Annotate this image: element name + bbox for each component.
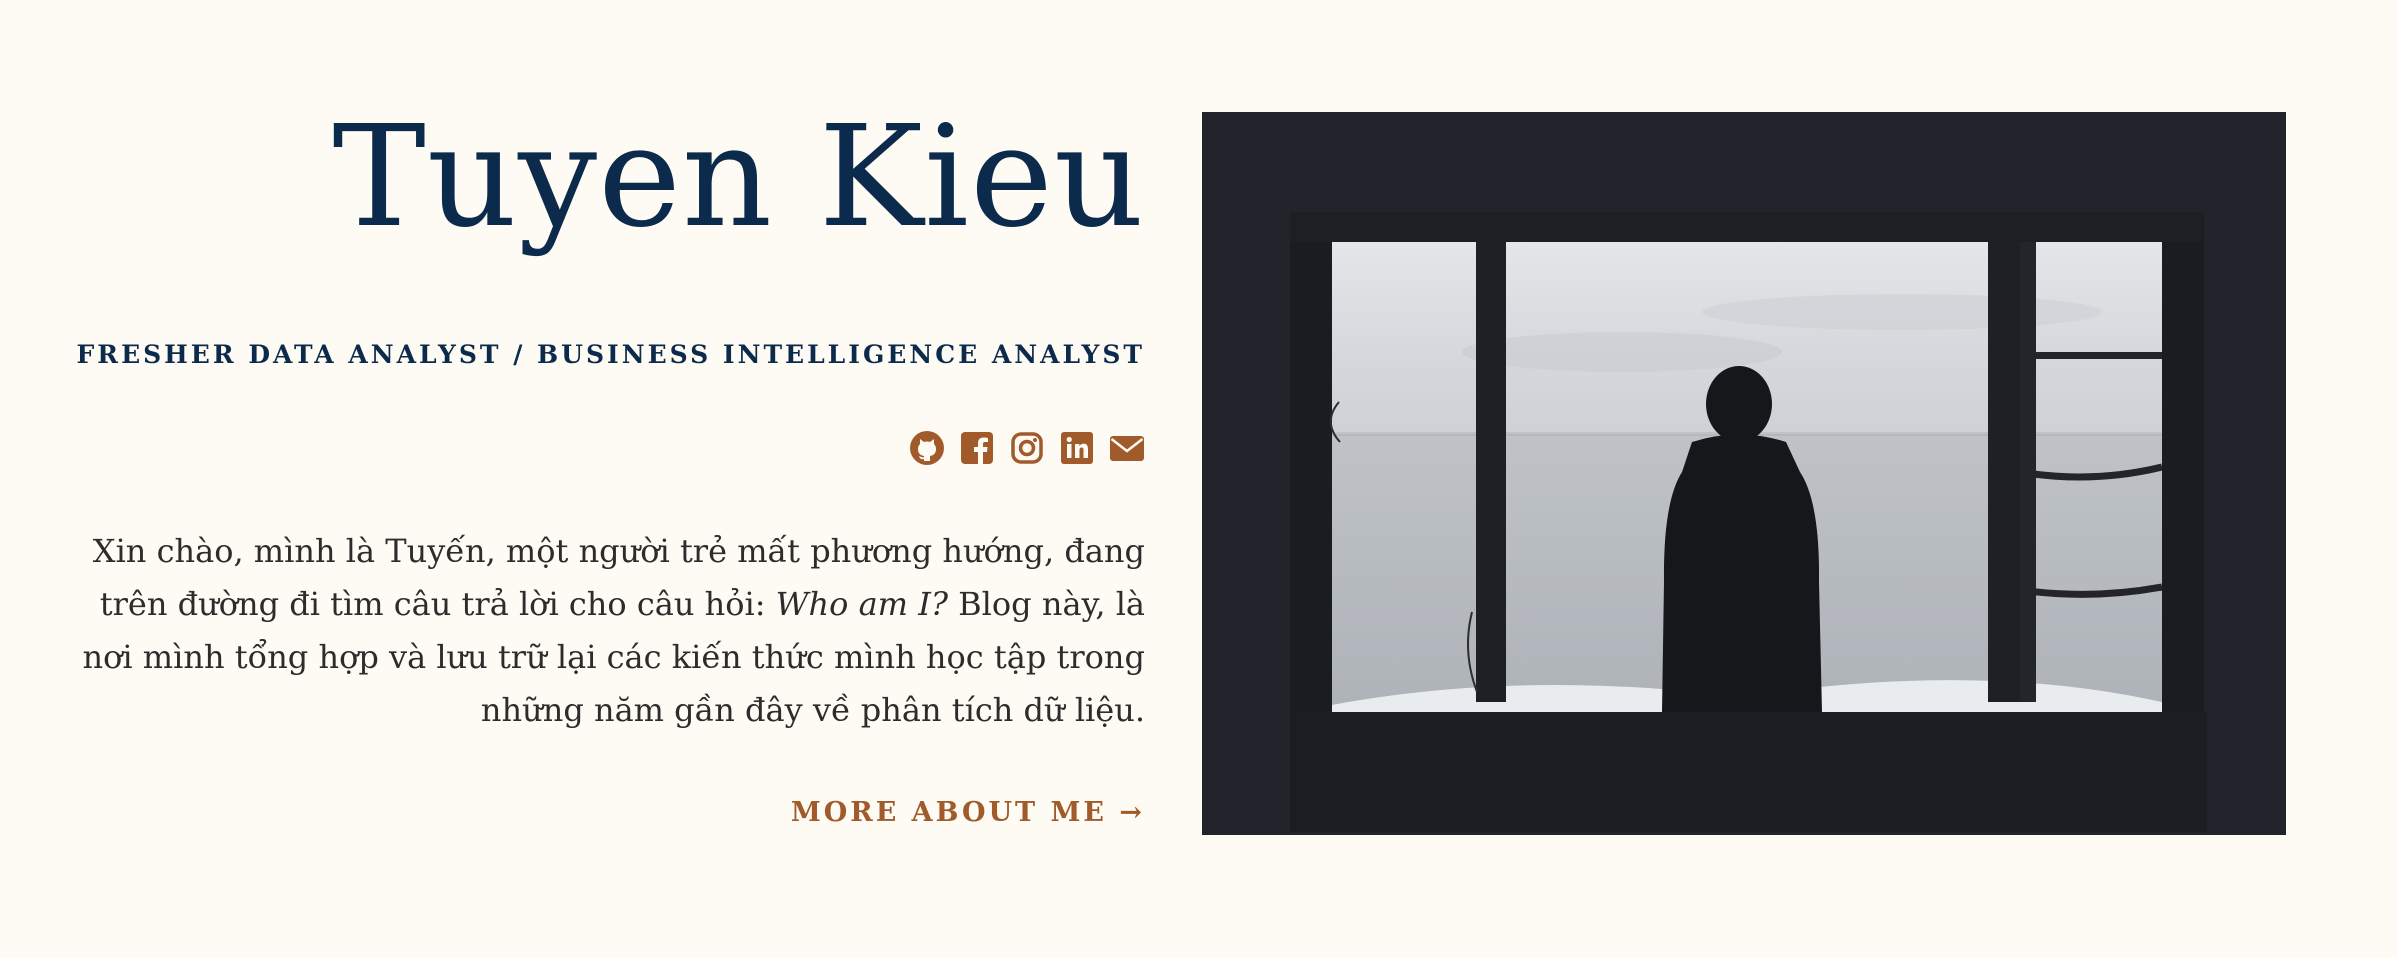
instagram-link[interactable] bbox=[1009, 430, 1045, 466]
instagram-icon bbox=[1011, 432, 1043, 464]
hero-image bbox=[1202, 112, 2286, 835]
github-link[interactable] bbox=[909, 430, 945, 466]
linkedin-icon bbox=[1061, 432, 1093, 464]
page-title: Tuyen Kieu bbox=[332, 96, 1145, 259]
linkedin-link[interactable] bbox=[1059, 430, 1095, 466]
more-about-me-link[interactable]: MORE ABOUT ME → bbox=[791, 797, 1145, 828]
social-links bbox=[909, 430, 1145, 466]
facebook-icon bbox=[961, 432, 993, 464]
facebook-link[interactable] bbox=[959, 430, 995, 466]
window-silhouette-illustration bbox=[1202, 112, 2286, 835]
email-link[interactable] bbox=[1109, 430, 1145, 466]
github-icon bbox=[910, 431, 944, 465]
intro-paragraph: Xin chào, mình là Tuyến, một người trẻ m… bbox=[40, 525, 1146, 737]
job-title: FRESHER DATA ANALYST / BUSINESS INTELLIG… bbox=[76, 340, 1145, 369]
email-icon bbox=[1110, 436, 1144, 461]
intro-emphasis: Who am I? bbox=[775, 585, 948, 623]
